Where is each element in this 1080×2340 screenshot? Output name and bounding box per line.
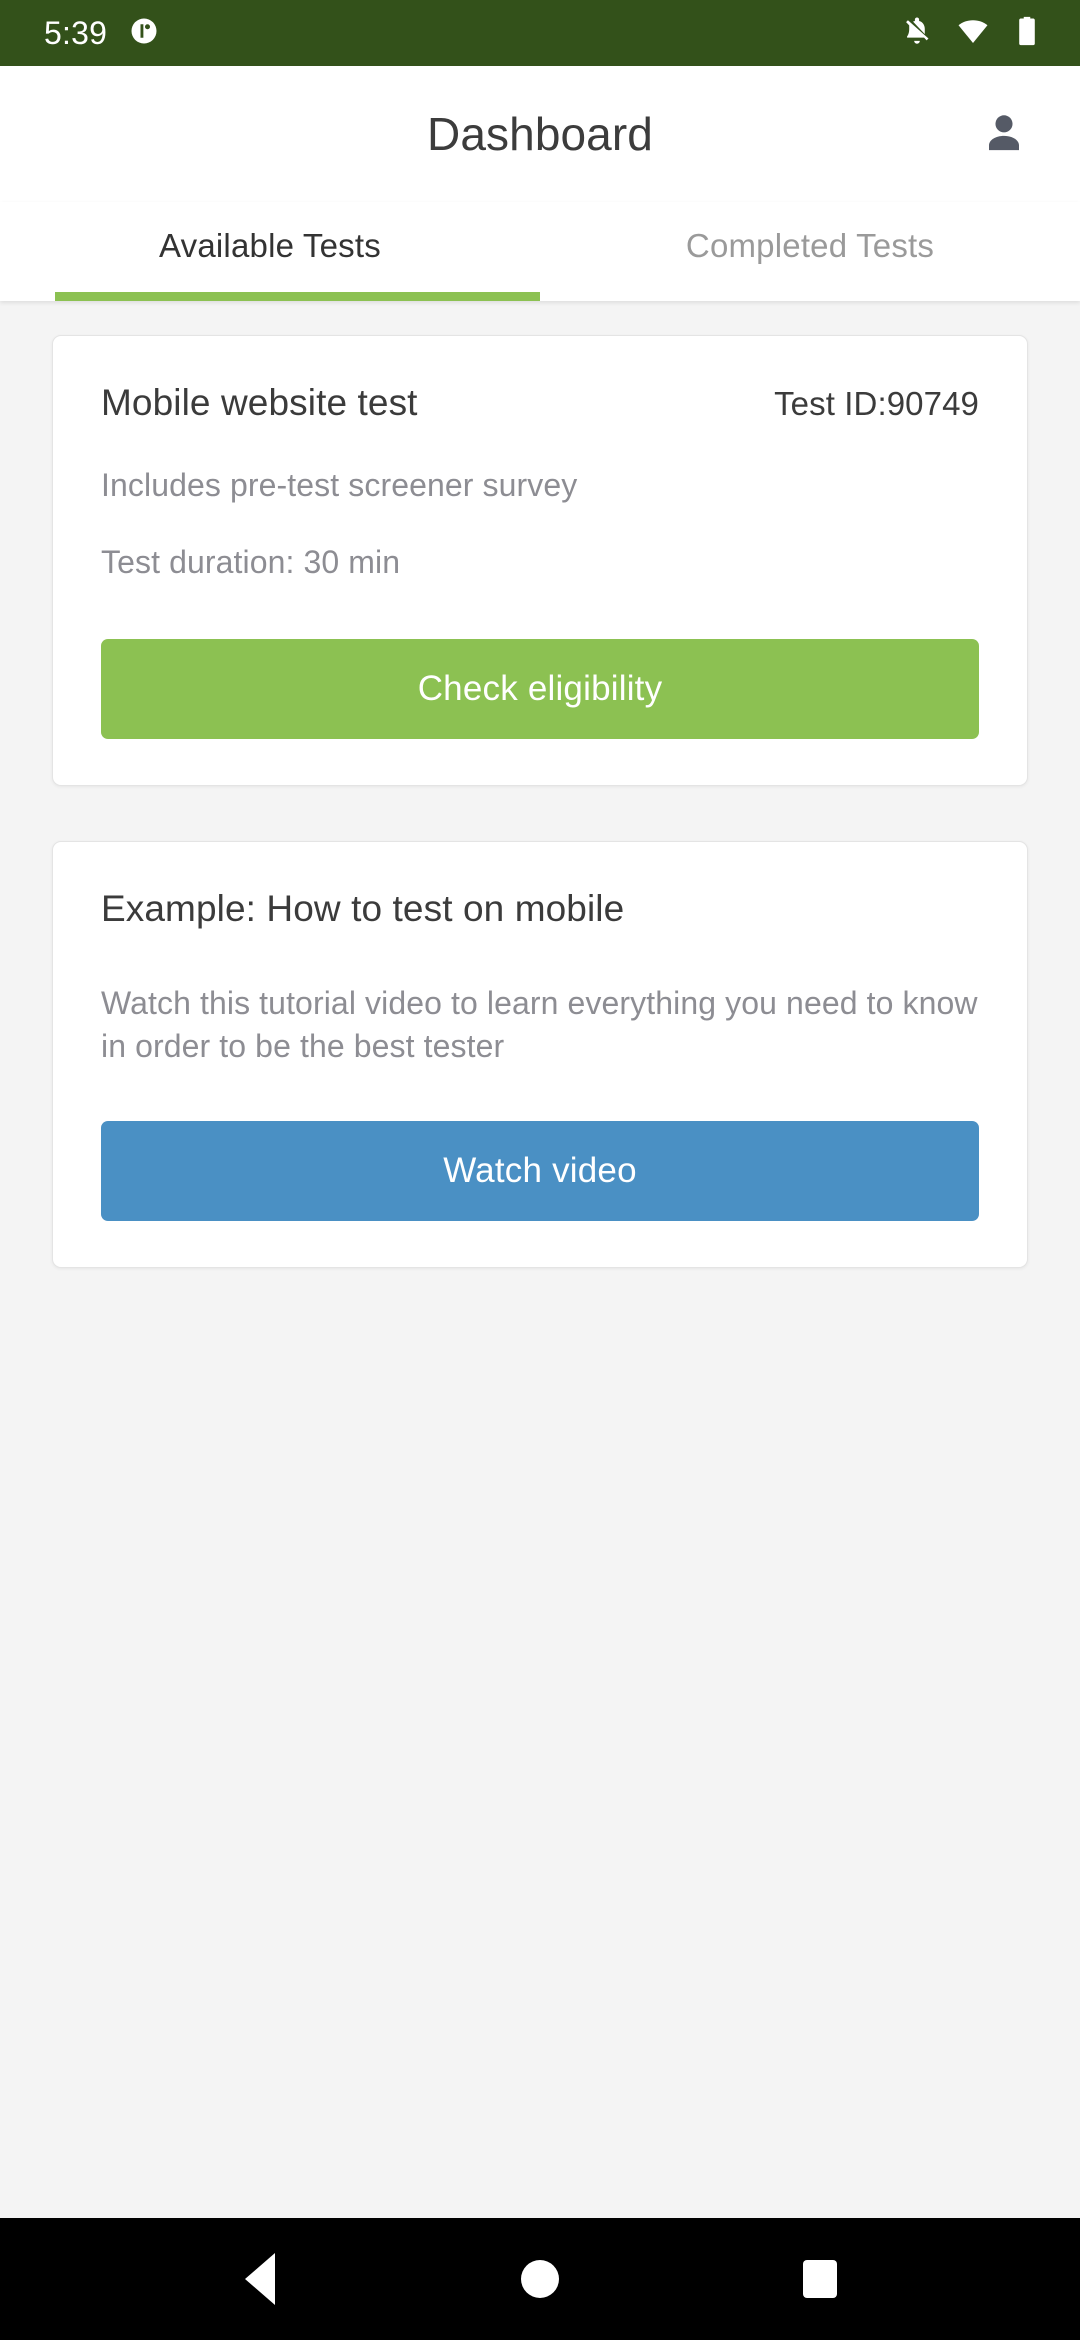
status-bar: 5:39 [0, 0, 1080, 66]
tab-available-tests[interactable]: Available Tests [0, 202, 540, 301]
test-card-header: Mobile website test Test ID:90749 [101, 382, 979, 424]
status-bar-right [900, 14, 1052, 53]
page-title: Dashboard [427, 108, 653, 160]
tests-list: Mobile website test Test ID:90749 Includ… [0, 301, 1080, 2218]
tutorial-card-how-to-test-on-mobile: Example: How to test on mobile Watch thi… [52, 841, 1028, 1269]
test-card-test-id: Test ID:90749 [774, 385, 979, 422]
profile-button[interactable] [966, 96, 1042, 172]
nav-recents-button[interactable] [765, 2224, 875, 2334]
back-triangle-icon [245, 2253, 275, 2305]
test-card-mobile-website-test: Mobile website test Test ID:90749 Includ… [52, 335, 1028, 787]
status-clock: 5:39 [44, 15, 108, 51]
tab-bar: Available Tests Completed Tests [0, 202, 1080, 301]
app-bar: Dashboard [0, 66, 1080, 202]
notifications-silenced-icon [900, 14, 934, 53]
test-card-duration: Test duration: 30 min [101, 543, 401, 580]
recents-square-icon [803, 2260, 837, 2298]
test-card-title: Mobile website test [101, 382, 418, 423]
home-circle-icon [521, 2260, 559, 2298]
wifi-icon [956, 14, 990, 53]
tab-active-indicator [55, 292, 540, 301]
tab-completed-tests[interactable]: Completed Tests [540, 202, 1080, 301]
status-bar-left: 5:39 [44, 16, 159, 51]
tutorial-card-description: Watch this tutorial video to learn every… [101, 985, 978, 1064]
phone-screen: 5:39 Dashboard Available Tests Completed… [0, 0, 1080, 2340]
tutorial-card-title: Example: How to test on mobile [101, 888, 625, 930]
test-card-screener-note: Includes pre-test screener survey [101, 467, 578, 503]
android-navigation-bar [0, 2218, 1080, 2340]
battery-icon [1012, 14, 1042, 53]
nav-back-button[interactable] [205, 2224, 315, 2334]
check-eligibility-button[interactable]: Check eligibility [101, 639, 979, 740]
app-notification-icon [129, 16, 159, 51]
tutorial-card-header: Example: How to test on mobile [101, 888, 979, 930]
nav-home-button[interactable] [485, 2224, 595, 2334]
person-icon [979, 108, 1029, 161]
watch-video-button[interactable]: Watch video [101, 1121, 979, 1222]
